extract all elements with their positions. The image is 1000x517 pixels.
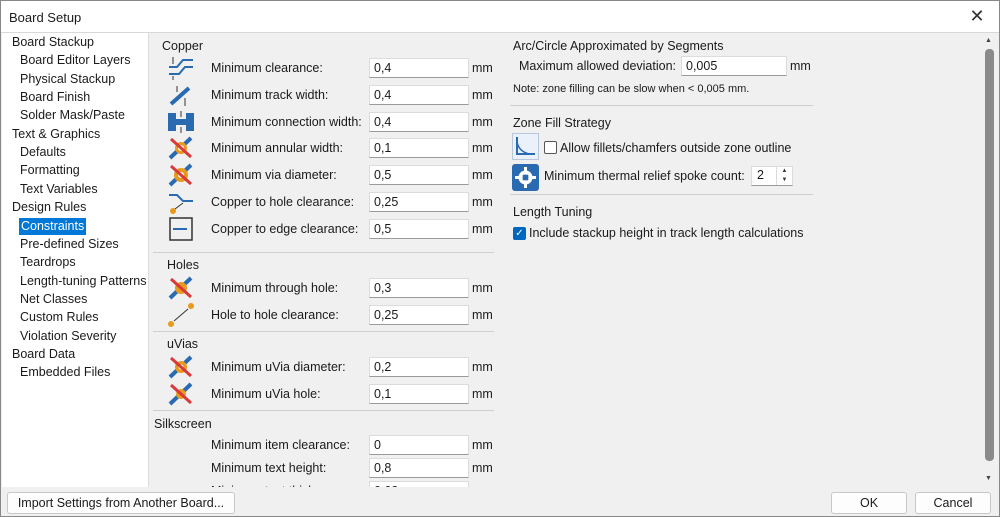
thermal-spoke-icon <box>512 164 539 191</box>
close-icon[interactable]: ✕ <box>967 6 987 27</box>
zone-section-title: Zone Fill Strategy <box>513 116 611 130</box>
silkscreen-row-input[interactable]: 0,8 <box>369 458 469 478</box>
stackup-checkbox[interactable]: ✓ <box>513 227 526 240</box>
silkscreen-row-label: Minimum text thickness: <box>211 481 344 487</box>
silkscreen-row-input[interactable]: 0 <box>369 435 469 455</box>
max-deviation-unit: mm <box>790 59 811 73</box>
max-deviation-label: Maximum allowed deviation: <box>519 59 677 73</box>
arc-section-title: Arc/Circle Approximated by Segments <box>513 39 724 53</box>
stackup-label: Include stackup height in track length c… <box>529 226 804 240</box>
silkscreen-row-unit: mm <box>472 461 493 475</box>
scroll-thumb[interactable] <box>985 49 994 461</box>
divider <box>510 105 813 106</box>
fillets-label: Allow fillets/chamfers outside zone outl… <box>560 141 792 155</box>
silkscreen-row-input[interactable]: 0,08 <box>369 481 469 487</box>
vertical-scrollbar[interactable]: ▲ ▼ <box>982 35 996 487</box>
max-deviation-input[interactable]: 0,005 <box>681 56 787 76</box>
import-settings-button[interactable]: Import Settings from Another Board... <box>7 492 235 514</box>
board-setup-dialog: Board Setup ✕ Board Stackup Board Editor … <box>0 0 1000 517</box>
spoke-count-spinner[interactable]: 2 ▲ ▼ <box>751 166 793 186</box>
scroll-up-icon[interactable]: ▲ <box>985 37 992 44</box>
spinner-arrows-icon[interactable]: ▲ ▼ <box>776 167 792 185</box>
scroll-down-icon[interactable]: ▼ <box>985 475 992 482</box>
ok-button[interactable]: OK <box>831 492 907 514</box>
fillets-checkbox[interactable] <box>544 141 557 154</box>
fillet-icon <box>512 133 539 160</box>
spoke-count-value: 2 <box>757 168 764 182</box>
spoke-count-label: Minimum thermal relief spoke count: <box>544 169 745 183</box>
silkscreen-row-label: Minimum text height: <box>211 461 327 475</box>
silkscreen-row-unit: mm <box>472 438 493 452</box>
silkscreen-row-label: Minimum item clearance: <box>211 438 350 452</box>
arc-note: Note: zone filling can be slow when < 0,… <box>513 83 750 95</box>
length-section-title: Length Tuning <box>513 205 593 219</box>
cancel-button[interactable]: Cancel <box>915 492 991 514</box>
silkscreen-row-unit: mm <box>472 481 493 487</box>
divider <box>510 194 813 195</box>
